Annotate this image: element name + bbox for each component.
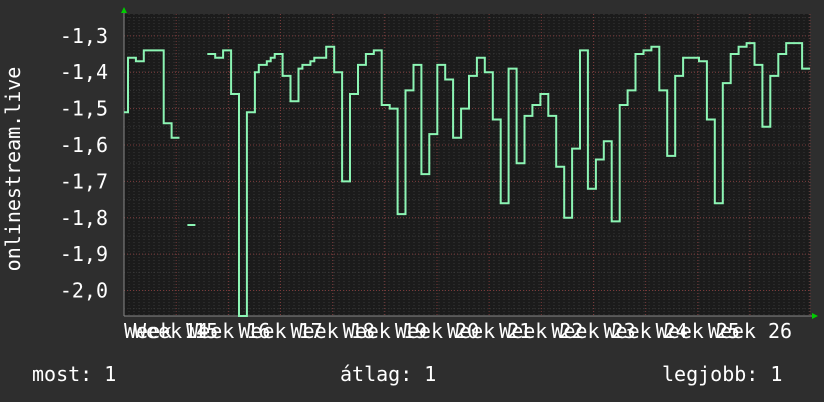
y-tick-label: -1,9 (60, 242, 108, 266)
stat-average: átlag: 1 (340, 362, 437, 386)
y-tick-label: -1,7 (60, 169, 108, 193)
x-axis-arrow (812, 313, 818, 319)
stat-best: legjobb: 1 (662, 362, 783, 386)
y-tick-label: -2,0 (60, 279, 108, 303)
y-tick-label: -1,8 (60, 206, 108, 230)
y-axis-label: onlinestream.live (1, 67, 25, 272)
x-tick-label: Week 26 (708, 319, 792, 343)
chart-panel: -1,3 -1,4 -1,5 -1,6 -1,7 -1,8 -1,9 -2,0 Week 14… (0, 0, 824, 402)
y-tick-label: -1,6 (60, 133, 108, 157)
x-axis-ticks: Week 14Week 15Week 16Week 17Week 18Week … (124, 319, 792, 343)
plot-area (124, 14, 810, 316)
y-tick-label: -1,3 (60, 24, 108, 48)
y-tick-label: -1,4 (60, 60, 108, 84)
y-tick-label: -1,5 (60, 97, 108, 121)
y-axis-arrow (121, 7, 127, 13)
line-chart: -1,3 -1,4 -1,5 -1,6 -1,7 -1,8 -1,9 -2,0 Week 14… (1, 7, 818, 343)
stat-current: most: 1 (32, 362, 117, 386)
y-axis-ticks: -1,3 -1,4 -1,5 -1,6 -1,7 -1,8 -1,9 -2,0 (60, 24, 108, 303)
